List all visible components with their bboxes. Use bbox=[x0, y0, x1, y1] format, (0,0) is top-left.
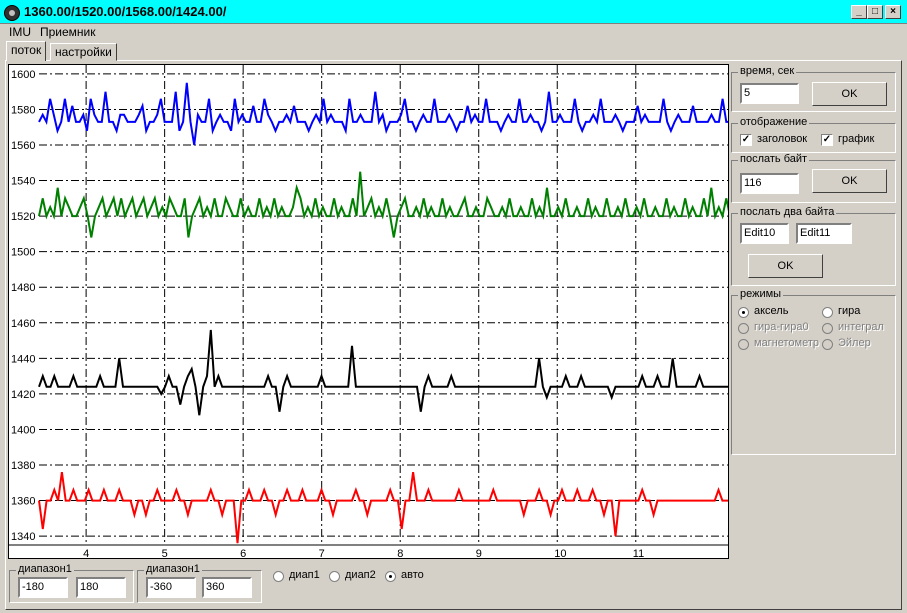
y-tick-label: 1400 bbox=[11, 424, 35, 436]
range2-min-input[interactable]: -360 bbox=[146, 577, 196, 598]
show-title-checkbox[interactable]: ✓ bbox=[740, 134, 752, 146]
x-tick-label: 4 bbox=[83, 548, 89, 559]
y-tick-label: 1560 bbox=[11, 140, 35, 152]
mode-euler-label: Эйлер bbox=[838, 337, 871, 349]
modes-group: режимы аксель гира гира-гира0 интеграл м… bbox=[731, 288, 896, 455]
modes-label: режимы bbox=[738, 288, 784, 300]
auto-radio[interactable] bbox=[385, 571, 396, 582]
x-tick-label: 9 bbox=[476, 548, 482, 559]
time-label: время, сек bbox=[738, 65, 797, 77]
mode-gyro0-radio[interactable] bbox=[738, 323, 749, 334]
send-byte-ok-button[interactable]: OK bbox=[812, 169, 887, 193]
mode-integral-radio[interactable] bbox=[822, 323, 833, 334]
y-tick-label: 1580 bbox=[11, 104, 35, 116]
range1-group: диапазон1 -180 180 bbox=[9, 563, 134, 603]
close-button[interactable]: × bbox=[885, 5, 901, 19]
minimize-button[interactable]: _ bbox=[851, 5, 867, 19]
menu-imu[interactable]: IMU bbox=[9, 25, 31, 39]
title-bar: 1360.00/1520.00/1568.00/1424.00/ _ □ × bbox=[0, 0, 907, 24]
show-chart-label: график bbox=[838, 133, 875, 145]
range1-radio[interactable] bbox=[273, 571, 284, 582]
mode-gyro0-label: гира-гира0 bbox=[754, 321, 809, 333]
send-two-bytes-group: послать два байта Edit10 Edit11 OK bbox=[731, 206, 896, 286]
y-tick-label: 1440 bbox=[11, 353, 35, 365]
show-title-label: заголовок bbox=[757, 133, 808, 145]
mode-magnetometer-label: магнетометр bbox=[754, 337, 820, 349]
x-tick-label: 10 bbox=[554, 548, 566, 559]
x-tick-label: 11 bbox=[633, 548, 644, 559]
display-group: отображение ✓ заголовок ✓ график bbox=[731, 116, 896, 153]
range1-min-input[interactable]: -180 bbox=[18, 577, 68, 598]
series-line-0 bbox=[38, 82, 728, 146]
chart-area: 1600 1580 1560 1540 1520 1500 1480 1460 1440 1420… bbox=[8, 64, 729, 559]
y-tick-label: 1420 bbox=[11, 389, 35, 401]
time-input[interactable]: 5 bbox=[740, 83, 799, 104]
y-tick-label: 1360 bbox=[11, 496, 35, 508]
series-line-2 bbox=[38, 329, 728, 416]
y-tick-label: 1380 bbox=[11, 460, 35, 472]
mode-euler-radio[interactable] bbox=[822, 339, 833, 350]
send-byte-input[interactable]: 116 bbox=[740, 173, 799, 194]
app-icon[interactable] bbox=[4, 5, 20, 21]
tab-settings[interactable]: настройки bbox=[50, 43, 117, 61]
send-byte-label: послать байт bbox=[738, 153, 810, 165]
mode-accel-label: аксель bbox=[754, 305, 789, 317]
y-tick-label: 1340 bbox=[11, 531, 35, 543]
x-tick-label: 5 bbox=[162, 548, 168, 559]
range2-max-input[interactable]: 360 bbox=[202, 577, 252, 598]
range2-radio[interactable] bbox=[329, 571, 340, 582]
y-tick-label: 1600 bbox=[11, 69, 35, 81]
range2-radio-label: диап2 bbox=[345, 569, 376, 581]
x-tick-label: 7 bbox=[319, 548, 325, 559]
range2-group: диапазон1 -360 360 bbox=[137, 563, 262, 603]
display-label: отображение bbox=[738, 116, 810, 128]
menu-bar: IMU Приемник bbox=[0, 24, 907, 40]
series-line-3 bbox=[38, 471, 728, 544]
range1-max-input[interactable]: 180 bbox=[76, 577, 126, 598]
mode-gyro-label: гира bbox=[838, 305, 861, 317]
time-group: время, сек 5 OK bbox=[731, 65, 896, 112]
x-tick-label: 6 bbox=[240, 548, 246, 559]
mode-magnetometer-radio[interactable] bbox=[738, 339, 749, 350]
range2-label: диапазон1 bbox=[144, 563, 202, 575]
mode-accel-radio[interactable] bbox=[738, 307, 749, 318]
auto-radio-label: авто bbox=[401, 569, 424, 581]
menu-receiver[interactable]: Приемник bbox=[40, 25, 96, 39]
mode-gyro-radio[interactable] bbox=[822, 307, 833, 318]
y-tick-label: 1520 bbox=[11, 211, 35, 223]
x-tick-label: 8 bbox=[397, 548, 403, 559]
maximize-button[interactable]: □ bbox=[867, 5, 883, 19]
series-line-1 bbox=[38, 171, 728, 238]
range1-label: диапазон1 bbox=[16, 563, 74, 575]
y-tick-label: 1460 bbox=[11, 318, 35, 330]
send-byte-group: послать байт 116 OK bbox=[731, 153, 896, 203]
show-chart-checkbox[interactable]: ✓ bbox=[821, 134, 833, 146]
y-tick-label: 1540 bbox=[11, 176, 35, 188]
chart-svg: 1600 1580 1560 1540 1520 1500 1480 1460 1440 1420… bbox=[9, 65, 728, 559]
y-tick-label: 1480 bbox=[11, 282, 35, 294]
edit11-input[interactable]: Edit11 bbox=[796, 223, 852, 244]
edit10-input[interactable]: Edit10 bbox=[740, 223, 789, 244]
range1-radio-label: диап1 bbox=[289, 569, 320, 581]
window-title: 1360.00/1520.00/1568.00/1424.00/ bbox=[24, 4, 227, 19]
send-two-bytes-ok-button[interactable]: OK bbox=[748, 254, 823, 278]
y-tick-label: 1500 bbox=[11, 247, 35, 259]
tab-stream[interactable]: поток bbox=[6, 41, 47, 61]
time-ok-button[interactable]: OK bbox=[812, 82, 887, 106]
mode-integral-label: интеграл bbox=[838, 321, 884, 333]
send-two-bytes-label: послать два байта bbox=[738, 206, 837, 218]
